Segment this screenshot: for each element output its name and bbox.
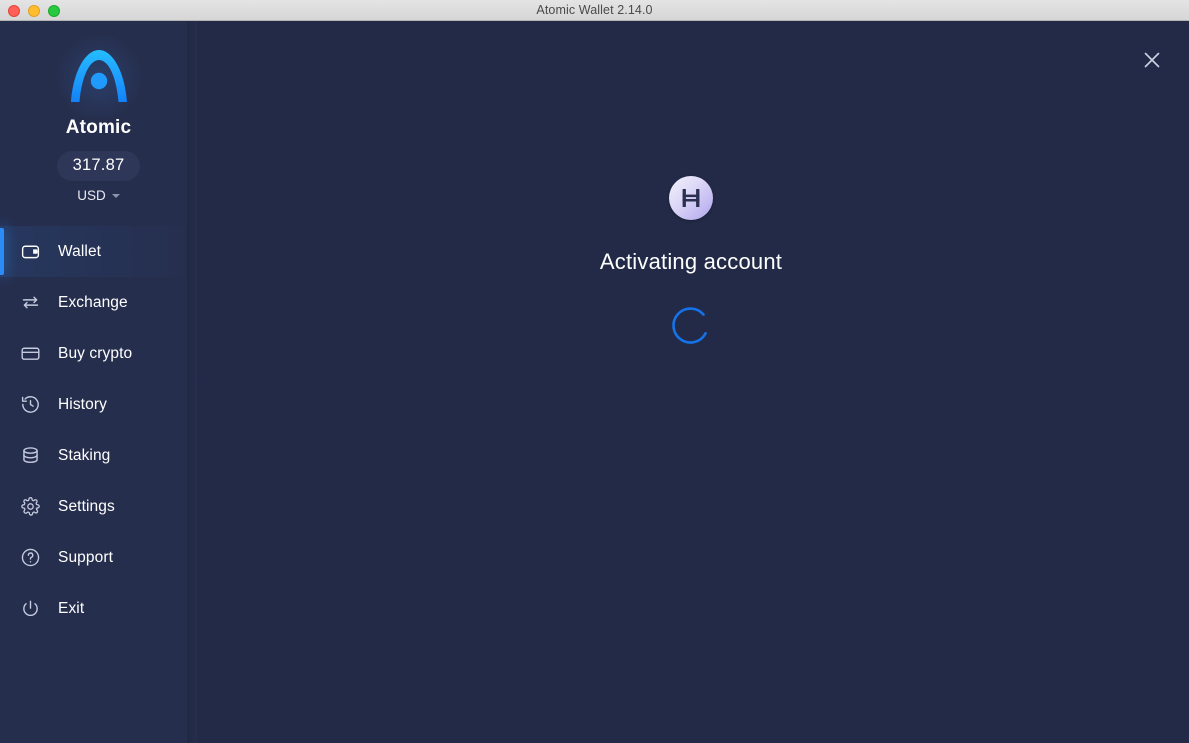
window-titlebar: Atomic Wallet 2.14.0 xyxy=(0,0,1189,21)
brand-name: Atomic xyxy=(65,117,132,138)
currency-label: USD xyxy=(77,188,106,203)
app-window: Atomic Wallet 2.14.0 Atomic 317.87 USD W… xyxy=(0,0,1189,743)
credit-card-icon xyxy=(18,342,42,366)
sidebar-nav: Wallet Exchange Buy crypto History Staki… xyxy=(0,226,197,634)
chevron-down-icon xyxy=(111,193,120,198)
currency-selector[interactable]: USD xyxy=(77,188,120,203)
activation-status-block: Activating account xyxy=(600,176,782,350)
gear-icon xyxy=(18,495,42,519)
window-maximize-button[interactable] xyxy=(48,4,60,17)
sidebar-item-label: Wallet xyxy=(58,242,102,260)
sidebar: Atomic 317.87 USD Wallet Exchange Buy cr… xyxy=(0,21,197,743)
sidebar-item-settings[interactable]: Settings xyxy=(0,481,197,532)
window-close-button[interactable] xyxy=(8,4,20,17)
balance-amount[interactable]: 317.87 xyxy=(56,151,141,181)
status-title: Activating account xyxy=(599,249,783,274)
sidebar-item-label: Buy crypto xyxy=(58,344,133,362)
sidebar-item-exit[interactable]: Exit xyxy=(0,583,197,634)
window-minimize-button[interactable] xyxy=(28,4,40,17)
history-icon xyxy=(18,393,42,417)
power-icon xyxy=(18,597,42,621)
loading-spinner xyxy=(667,302,715,350)
question-icon xyxy=(18,546,42,570)
sidebar-item-label: History xyxy=(58,395,107,413)
traffic-light-group xyxy=(8,0,60,21)
sidebar-item-staking[interactable]: Staking xyxy=(0,430,197,481)
sidebar-item-label: Exchange xyxy=(58,293,128,311)
sidebar-item-label: Settings xyxy=(58,497,115,515)
atomic-logo-icon xyxy=(52,31,145,123)
sidebar-item-label: Exit xyxy=(58,599,85,617)
window-title: Atomic Wallet 2.14.0 xyxy=(536,3,653,17)
close-icon[interactable] xyxy=(1135,43,1169,77)
sidebar-item-support[interactable]: Support xyxy=(0,532,197,583)
brand-block: Atomic 317.87 USD xyxy=(0,21,197,203)
database-icon xyxy=(18,444,42,468)
sidebar-item-buy-crypto[interactable]: Buy crypto xyxy=(0,328,197,379)
wallet-icon xyxy=(18,240,42,264)
sidebar-item-history[interactable]: History xyxy=(0,379,197,430)
sidebar-item-label: Support xyxy=(58,548,113,566)
exchange-icon xyxy=(18,291,42,315)
hedera-hbar-icon xyxy=(669,176,713,220)
sidebar-item-wallet[interactable]: Wallet xyxy=(0,226,197,277)
main-content: Activating account xyxy=(197,21,1189,743)
sidebar-item-label: Staking xyxy=(58,446,111,464)
window-body: Atomic 317.87 USD Wallet Exchange Buy cr… xyxy=(0,21,1189,743)
sidebar-item-exchange[interactable]: Exchange xyxy=(0,277,197,328)
